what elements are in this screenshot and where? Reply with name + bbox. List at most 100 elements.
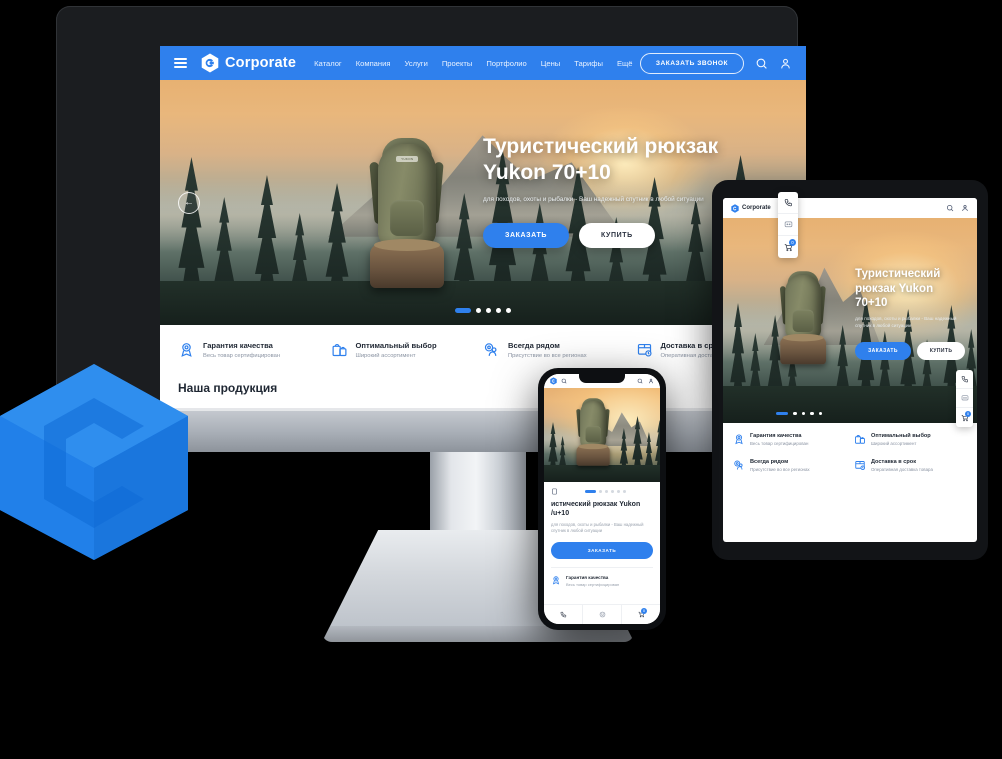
tablet-header: Corporate bbox=[723, 198, 977, 218]
hexagon-cube-logo bbox=[0, 364, 188, 560]
nav-item-tarify[interactable]: Тарифы bbox=[574, 59, 603, 68]
slider-dot-2[interactable] bbox=[476, 308, 481, 313]
hexagon-c-logo[interactable] bbox=[550, 377, 557, 385]
nav-item-kompaniya[interactable]: Компания bbox=[356, 59, 391, 68]
brand-logo[interactable]: Corporate bbox=[201, 53, 296, 73]
dock-cart-button[interactable]: 0 bbox=[956, 408, 973, 427]
slider-dot-6[interactable] bbox=[623, 490, 626, 493]
shopping-bags-icon bbox=[332, 343, 346, 357]
nav-item-proekty[interactable]: Проекты bbox=[442, 59, 472, 68]
slider-dot-4[interactable] bbox=[810, 411, 814, 415]
user-account-icon[interactable] bbox=[961, 204, 969, 212]
tablet-buy-button[interactable]: КУПИТЬ bbox=[916, 342, 966, 361]
cart-badge: 0 bbox=[641, 608, 647, 614]
search-icon[interactable] bbox=[946, 204, 954, 212]
phone-tab-cart[interactable]: 0 bbox=[622, 605, 660, 624]
search-icon[interactable] bbox=[561, 378, 567, 384]
phone-icon bbox=[961, 376, 968, 383]
quality-badge-icon bbox=[181, 343, 192, 357]
dock-phone-button[interactable] bbox=[956, 370, 973, 389]
phone-tab-support[interactable] bbox=[583, 605, 622, 624]
hamburger-menu-icon[interactable] bbox=[174, 58, 187, 68]
nav-item-tseny[interactable]: Цены bbox=[541, 59, 561, 68]
tablet-order-button[interactable]: ЗАКАЗАТЬ bbox=[855, 342, 911, 361]
desktop-monitor-frame: Corporate Каталог Компания Услуги Проект… bbox=[56, 6, 806, 414]
slider-dot-4[interactable] bbox=[496, 308, 501, 313]
feature-subtitle: Оперативная доставка товара bbox=[871, 467, 933, 472]
feature-subtitle: Широкий ассортимент bbox=[355, 353, 416, 359]
cart-badge: 0 bbox=[789, 239, 796, 246]
chat-message-icon bbox=[784, 221, 792, 228]
dock-cart-button[interactable]: 0 bbox=[778, 236, 798, 258]
shopping-bags-icon bbox=[855, 435, 865, 444]
tablet-hero-title-line1: Туристический bbox=[855, 268, 941, 281]
hero-buy-button[interactable]: КУПИТЬ bbox=[578, 222, 655, 248]
tablet-header-actions bbox=[946, 204, 969, 212]
nav-item-portfolio[interactable]: Портфолио bbox=[486, 59, 526, 68]
feature-item: Всегда рядом Присутствие во все регионах bbox=[733, 459, 846, 472]
feature-item: Оптимальный выбор Широкий ассортимент bbox=[854, 433, 967, 446]
slider-dot-5[interactable] bbox=[506, 308, 511, 313]
quality-badge-icon bbox=[552, 575, 560, 585]
tablet-slider-pagination bbox=[776, 411, 823, 415]
hero-order-button[interactable]: ЗАКАЗАТЬ bbox=[483, 222, 569, 248]
product-backpack-image bbox=[572, 398, 615, 468]
feature-subtitle: Присутствие во все регионах bbox=[750, 467, 810, 472]
slider-prev-button[interactable]: ← bbox=[178, 191, 200, 214]
feature-subtitle: Весь товар сертифицирован bbox=[203, 353, 281, 359]
phone-hero-title-line1: истический рюкзак Yukon bbox=[551, 501, 641, 508]
cart-badge: 0 bbox=[965, 411, 971, 417]
phone-hero-subtitle: для походов, охоты и рыбалки - Ваш надеж… bbox=[551, 522, 644, 534]
tablet-brand-logo[interactable]: Corporate bbox=[731, 203, 771, 213]
dock-chat-button[interactable] bbox=[778, 214, 798, 236]
phone-order-button[interactable]: ЗАКАЗАТЬ bbox=[551, 541, 653, 559]
nav-item-katalog[interactable]: Каталог bbox=[314, 59, 342, 68]
order-call-button[interactable]: ЗАКАЗАТЬ ЗВОНОК bbox=[639, 52, 744, 74]
search-icon[interactable] bbox=[755, 57, 768, 70]
feature-title: Всегда рядом bbox=[750, 459, 789, 465]
slider-dot-3[interactable] bbox=[605, 490, 608, 493]
desktop-screen: Corporate Каталог Компания Услуги Проект… bbox=[160, 46, 806, 414]
quality-badge-icon bbox=[735, 434, 743, 445]
dock-phone-button[interactable] bbox=[778, 192, 798, 214]
backpack-brand-label: YUKON bbox=[396, 155, 419, 162]
screenshot-stage: Corporate Каталог Компания Услуги Проект… bbox=[0, 0, 1002, 759]
user-account-icon[interactable] bbox=[648, 378, 654, 384]
slider-dot-1[interactable] bbox=[776, 411, 789, 415]
slider-dot-5[interactable] bbox=[818, 411, 823, 415]
slider-dot-1[interactable] bbox=[585, 490, 596, 493]
search-icon[interactable] bbox=[637, 378, 643, 384]
feature-subtitle: Весь товар сертифицирован bbox=[566, 581, 620, 587]
feature-title: Оптимальный выбор bbox=[355, 341, 437, 350]
slider-dot-4[interactable] bbox=[611, 490, 614, 493]
feature-item: Доставка в срок Оперативная доставка тов… bbox=[854, 459, 967, 472]
tablet-device: Corporate Туристический рюкзак Yukon 70+… bbox=[712, 180, 988, 560]
phone-content: истический рюкзак Yukon /u+10 для походо… bbox=[544, 482, 660, 587]
user-account-icon[interactable] bbox=[779, 57, 792, 70]
hexagon-c-logo bbox=[201, 53, 219, 73]
feature-title: Гарантия качества bbox=[750, 433, 802, 439]
slider-dot-1[interactable] bbox=[455, 308, 471, 313]
map-pin-icon bbox=[734, 460, 743, 470]
slider-dot-2[interactable] bbox=[599, 490, 602, 493]
tablet-features-grid: Гарантия качества Весь товар сертифициро… bbox=[723, 423, 977, 482]
slider-dot-2[interactable] bbox=[793, 411, 797, 415]
phone-tab-phone[interactable] bbox=[544, 605, 583, 624]
slider-dot-3[interactable] bbox=[486, 308, 491, 313]
desktop-header: Corporate Каталог Компания Услуги Проект… bbox=[160, 46, 806, 80]
ground-layer bbox=[723, 386, 977, 423]
feature-subtitle: Весь товар сертифицирован bbox=[750, 441, 809, 446]
feature-item: Оптимальный выбор Широкий ассортимент bbox=[331, 341, 484, 361]
slider-dot-5[interactable] bbox=[617, 490, 620, 493]
feature-item: Гарантия качества Весь товар сертифициро… bbox=[733, 433, 846, 446]
tablet-screen: Corporate Туристический рюкзак Yukon 70+… bbox=[723, 198, 977, 542]
tablet-floating-dock: 0 bbox=[956, 370, 973, 427]
nav-item-eshche[interactable]: Ещё bbox=[617, 59, 633, 68]
tablet-hero-title: Туристический рюкзак Yukon 70+10 bbox=[855, 267, 964, 310]
nav-item-uslugi[interactable]: Услуги bbox=[404, 59, 427, 68]
phone-slider-pagination bbox=[585, 490, 626, 493]
slider-dot-3[interactable] bbox=[801, 411, 806, 415]
dock-chat-button[interactable] bbox=[956, 389, 973, 408]
feature-subtitle: Широкий ассортимент bbox=[871, 441, 917, 446]
hero-title-line1: Туристический рюкзак bbox=[483, 134, 719, 158]
